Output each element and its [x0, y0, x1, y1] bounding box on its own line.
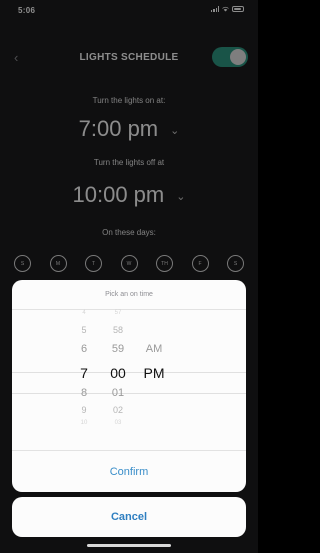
confirm-button[interactable]: Confirm [12, 450, 246, 492]
minute-option[interactable]: 02 [98, 405, 138, 415]
ampm-option[interactable]: PM [134, 365, 174, 381]
ampm-option[interactable]: AM [134, 343, 174, 355]
minute-option[interactable]: 59 [98, 343, 138, 355]
minute-option[interactable]: 01 [98, 387, 138, 399]
time-wheel[interactable]: 4 5 6 7 8 9 10 57 58 59 00 01 02 03 AM PM [12, 310, 246, 440]
minute-option[interactable]: 03 [98, 420, 138, 426]
minute-option[interactable]: 58 [98, 325, 138, 335]
minute-option[interactable]: 57 [98, 310, 138, 316]
picker-title: Pick an on time [12, 280, 246, 310]
lights-schedule-screen: 5:06 ‹ LIGHTS SCHEDULE Turn the lights o… [0, 0, 258, 553]
cancel-button[interactable]: Cancel [12, 497, 246, 537]
home-indicator [87, 544, 171, 547]
time-picker-sheet: Pick an on time 4 5 6 7 8 9 10 57 58 59 00 01 02 03 … [12, 280, 246, 492]
minute-option[interactable]: 00 [98, 365, 138, 381]
